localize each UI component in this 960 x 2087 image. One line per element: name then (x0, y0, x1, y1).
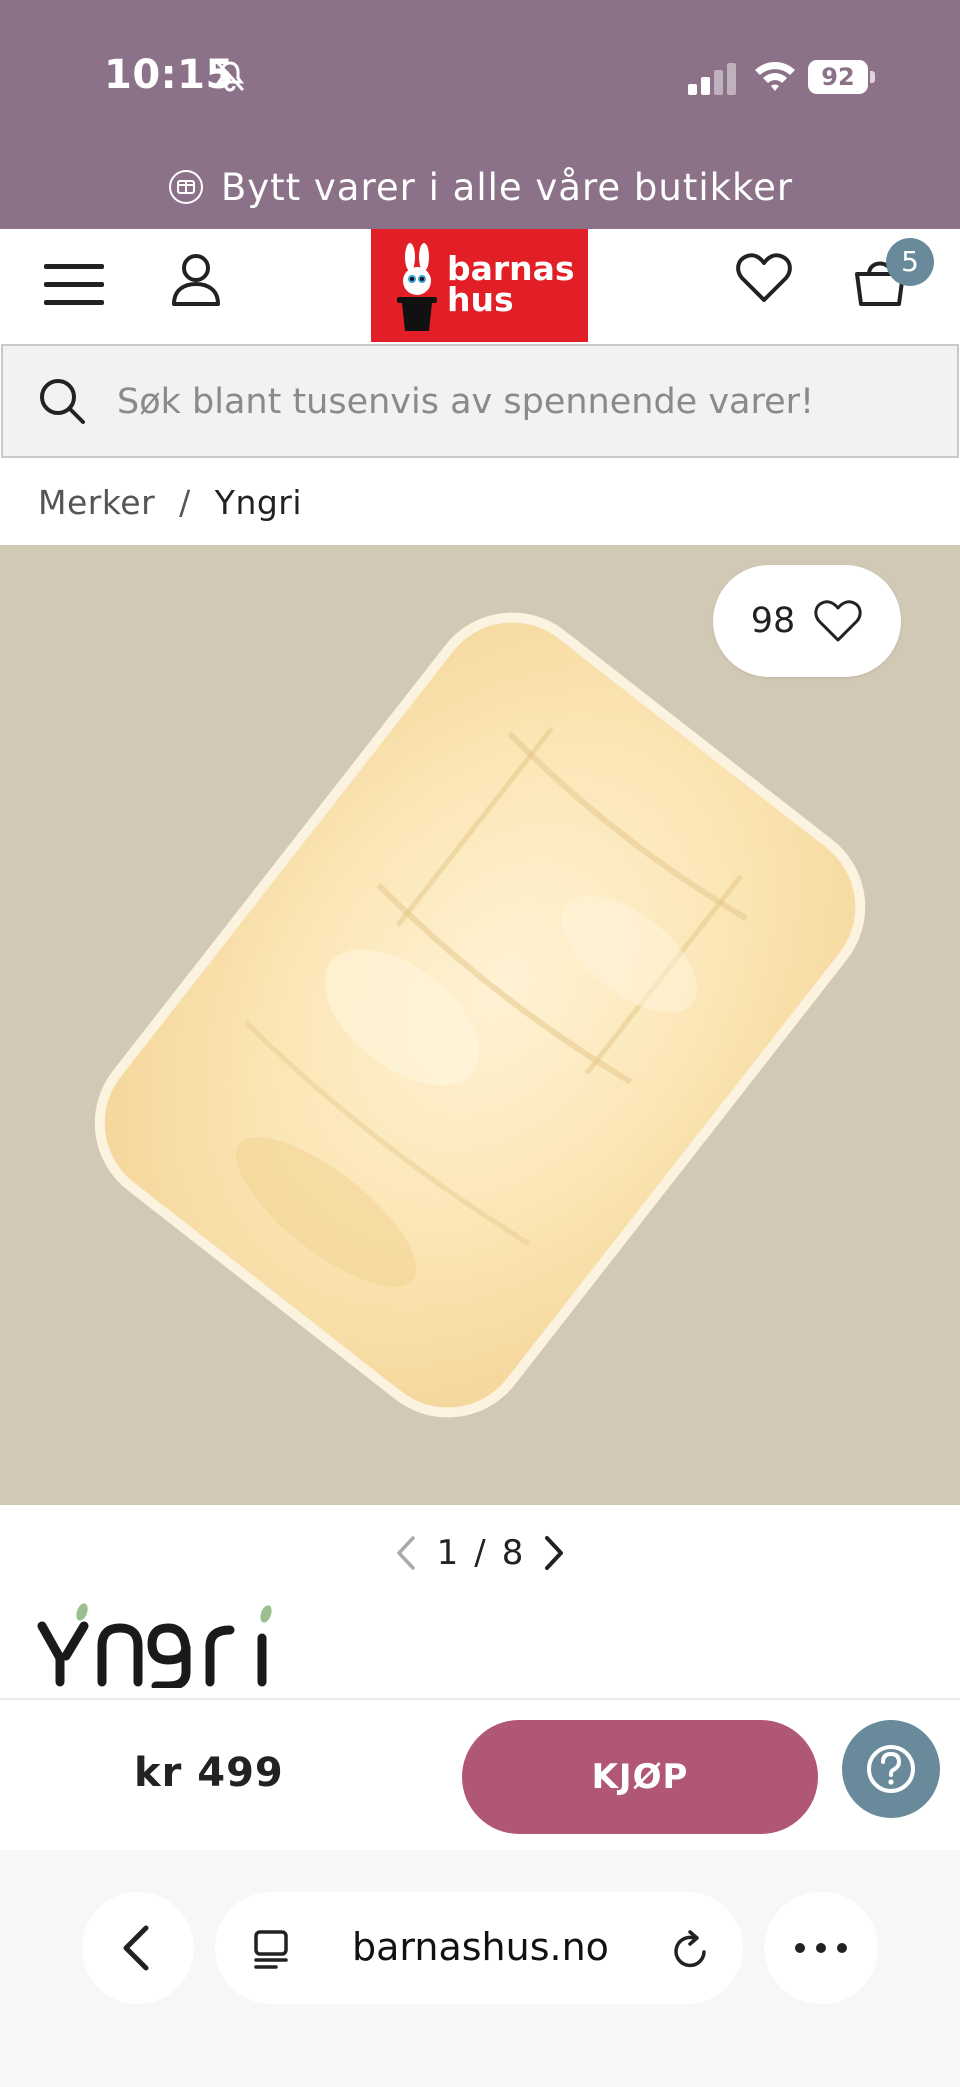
rabbit-logo-icon (397, 243, 437, 331)
address-url[interactable]: barnashus.no (352, 1925, 609, 1969)
favorite-button[interactable]: 98 (713, 565, 901, 677)
user-icon[interactable] (170, 252, 222, 308)
divider (0, 1698, 960, 1700)
site-logo[interactable]: barnas hus (371, 229, 588, 342)
signal-icon (688, 63, 736, 95)
heart-icon[interactable] (735, 252, 793, 304)
wifi-icon (755, 62, 795, 91)
promo-banner[interactable]: Bytt varer i alle våre butikker (0, 162, 960, 212)
heart-icon (814, 600, 862, 642)
buy-button[interactable]: KJØP (462, 1720, 818, 1834)
bell-off-icon (215, 60, 245, 92)
brand-logo[interactable] (36, 1598, 296, 1688)
menu-icon[interactable] (44, 262, 104, 308)
breadcrumb-current: Yngri (214, 482, 303, 522)
reload-icon[interactable] (670, 1928, 712, 1972)
chevron-left-icon[interactable] (391, 1533, 421, 1573)
pager-total: 8 (501, 1533, 524, 1573)
chevron-right-icon[interactable] (539, 1533, 569, 1573)
search-bar[interactable] (1, 344, 959, 458)
tabs-icon[interactable] (252, 1928, 292, 1970)
cart-count-badge: 5 (886, 238, 934, 286)
pager-separator: / (474, 1533, 486, 1573)
breadcrumb-link-merker[interactable]: Merker (38, 483, 155, 522)
favorite-count: 98 (750, 601, 796, 641)
battery-level: 92 (808, 60, 868, 94)
battery-icon: 92 (808, 60, 876, 96)
breadcrumb: Merker / Yngri (38, 480, 302, 524)
help-button[interactable] (842, 1720, 940, 1818)
pager-current: 1 (436, 1533, 459, 1573)
help-icon (867, 1745, 915, 1793)
breadcrumb-separator: / (179, 482, 191, 522)
promo-text: Bytt varer i alle våre butikker (220, 165, 794, 209)
product-price: kr 499 (134, 1750, 284, 1796)
search-icon (40, 379, 85, 424)
search-input[interactable] (117, 376, 917, 428)
sheepskin-liner-image (94, 612, 866, 1418)
top-banner: 10:15 92 Bytt varer i alle våre butikker (0, 0, 960, 229)
browser-back-button[interactable] (82, 1892, 194, 2004)
product-image[interactable] (0, 545, 960, 1505)
more-icon (795, 1943, 847, 1953)
logo-line2: hus (447, 280, 514, 319)
image-pager: 1 / 8 (380, 1528, 580, 1578)
exchange-icon (168, 170, 203, 204)
back-icon (123, 1925, 149, 1971)
more-button[interactable] (764, 1892, 878, 2004)
